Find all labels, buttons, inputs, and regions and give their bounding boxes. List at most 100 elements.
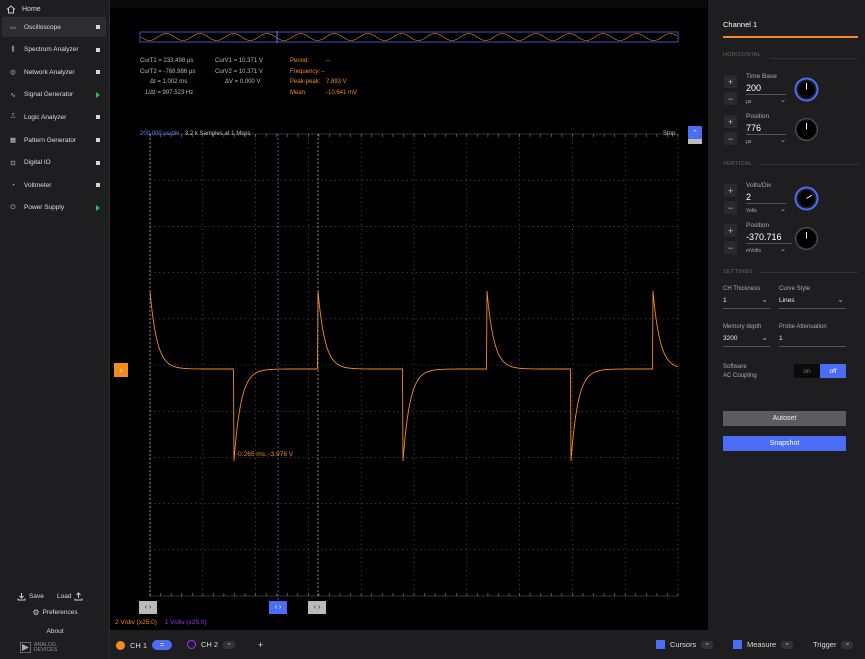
save-button[interactable]: Save (17, 592, 44, 601)
settings-section-title: SETTINGS (723, 269, 753, 275)
home-button[interactable]: Home (6, 2, 41, 16)
toggle-on[interactable]: on (794, 364, 820, 378)
v-position-minus-button[interactable]: − (724, 241, 737, 254)
measure-menu-button[interactable]: = (781, 640, 794, 649)
stopped-indicator-icon[interactable] (96, 25, 100, 29)
trigger-label: Trigger (813, 640, 837, 649)
h-position-plus-button[interactable]: + (724, 115, 737, 128)
memory-depth-select[interactable]: 3200 (723, 333, 770, 347)
stopped-indicator-icon[interactable] (96, 183, 100, 188)
cursors-control[interactable]: Cursors = (656, 640, 714, 649)
ch1-control[interactable]: CH 1 = (116, 640, 173, 650)
stopped-indicator-icon[interactable] (96, 160, 100, 165)
cursor-t2-handle[interactable]: ‹ › (139, 601, 157, 614)
about-button[interactable]: About (0, 628, 110, 635)
load-button[interactable]: Load (57, 592, 83, 601)
trigger-level-marker[interactable] (688, 139, 702, 144)
ch1-enable-icon[interactable] (116, 640, 125, 650)
plot-header: 200.000 µs/div 3.2 k Samples at 1 Msps (140, 131, 251, 137)
cursor-t1-handle[interactable]: ‹ › (269, 601, 287, 614)
save-icon (17, 593, 26, 601)
curve-style-select[interactable]: Lines (779, 295, 846, 309)
trigger-level-handle[interactable]: ⌃ (688, 126, 702, 139)
running-indicator-icon[interactable] (96, 204, 100, 211)
sidebar-item-oscilloscope[interactable]: 〰 Oscilloscope (2, 17, 106, 37)
v-position-knob[interactable] (794, 226, 819, 251)
stopped-indicator-icon[interactable] (96, 47, 100, 52)
thickness-select[interactable]: 1 (723, 295, 770, 309)
chevron-up-icon: ⌃ (692, 129, 698, 137)
add-channel-button[interactable]: + (258, 640, 263, 650)
volts-minus-button[interactable]: − (724, 201, 737, 214)
running-indicator-icon[interactable] (96, 91, 100, 98)
sidebar-item-logic-analyzer[interactable]: ⎍ Logic Analyzer (2, 107, 106, 127)
mean-label: Mean: (290, 89, 307, 96)
time-base-input[interactable]: 200 (746, 83, 786, 95)
sidebar-item-digital-io[interactable]: ⊡ Digital IO (2, 153, 106, 173)
ac-coupling-label: Software AC Coupling (723, 363, 757, 381)
signal-icon: ∿ (10, 91, 16, 99)
toggle-off[interactable]: off (820, 364, 846, 378)
ch1-offset-handle[interactable]: › (114, 363, 128, 377)
sidebar-item-power-supply[interactable]: ⏻ Power Supply (2, 198, 106, 218)
ch2-label: CH 2 (201, 640, 219, 649)
sidebar-item-pattern-generator[interactable]: ▦ Pattern Generator (2, 130, 106, 150)
overview-strip[interactable] (139, 31, 679, 43)
v-position-input[interactable]: -370.716 (746, 232, 792, 244)
period-label: Period: (290, 58, 310, 64)
ch2-menu-button[interactable]: = (223, 640, 236, 649)
channel-scales: 2 V/div (x25.0) 1 V/div (x25.0) (115, 619, 207, 626)
cursors-checkbox[interactable] (656, 640, 665, 649)
snapshot-button[interactable]: Snapshot (723, 436, 846, 451)
peak-annotation: -0.265 ms, -3.976 V (236, 451, 294, 458)
cursors-menu-button[interactable]: = (701, 640, 714, 649)
sidebar-item-spectrum-analyzer[interactable]: ⫼ Spectrum Analyzer (2, 40, 106, 60)
h-position-knob[interactable] (794, 117, 819, 142)
volts-plus-button[interactable]: + (724, 184, 737, 197)
scope-canvas (139, 31, 679, 603)
h-position-minus-button[interactable]: − (724, 132, 737, 145)
time-base-knob[interactable] (794, 77, 819, 102)
ac-coupling-toggle[interactable]: on off (794, 364, 846, 378)
v-position-unit-select[interactable]: mVolts (746, 245, 786, 254)
ch1-menu-button[interactable]: = (152, 640, 173, 650)
time-base-plus-button[interactable]: + (724, 75, 737, 88)
volts-input[interactable]: 2 (746, 192, 786, 204)
cursors-label: Cursors (670, 640, 697, 649)
measurement-values: -- -- 7.893 V -10.641 mV (321, 56, 357, 98)
ch1-scale: 2 V/div (x25.0) (115, 619, 157, 626)
stopped-indicator-icon[interactable] (96, 138, 100, 142)
stopped-indicator-icon[interactable] (96, 70, 100, 75)
stopped-indicator-icon[interactable] (96, 115, 100, 120)
pattern-icon: ▦ (9, 137, 17, 144)
trigger-menu-button[interactable]: = (841, 640, 854, 649)
preferences-button[interactable]: ⚙ Preferences (0, 608, 110, 617)
sidebar-item-voltmeter[interactable]: ◔ Voltmeter (2, 175, 106, 195)
ch2-enable-icon[interactable] (187, 640, 196, 649)
vertical-rule (760, 164, 858, 165)
h-position-input[interactable]: 776 (746, 123, 786, 135)
volts-knob[interactable] (794, 186, 819, 211)
arrows-horizontal-icon: ‹ › (144, 604, 152, 611)
volts-unit-select[interactable]: Volts (746, 205, 786, 214)
sidebar-item-label: Oscilloscope (24, 23, 61, 31)
time-base-minus-button[interactable]: − (724, 92, 737, 105)
trigger-control[interactable]: Trigger = (813, 640, 854, 649)
frequency-label: Frequency: (290, 68, 321, 75)
probe-attenuation-input[interactable]: 1 (779, 335, 846, 347)
time-base-label: Time Base (746, 73, 777, 80)
v-position-plus-button[interactable]: + (724, 224, 737, 237)
h-position-unit-select[interactable]: µs (746, 136, 786, 145)
ch2-control[interactable]: CH 2 = (187, 640, 236, 649)
autoset-button[interactable]: Autoset (723, 411, 846, 426)
digital-io-icon: ⊡ (10, 159, 16, 167)
channel-settings-panel: Channel 1 HORIZONTAL + − Time Base 200 µ… (708, 0, 865, 630)
sidebar-item-signal-generator[interactable]: ∿ Signal Generator (2, 85, 106, 105)
ac-coupling-label-line2: AC Coupling (723, 373, 757, 379)
trigger-position-handle[interactable]: ‹ › (308, 601, 326, 614)
time-base-unit-select[interactable]: µs (746, 96, 786, 105)
home-icon (6, 4, 16, 13)
sidebar-item-network-analyzer[interactable]: ◎ Network Analyzer (2, 62, 106, 82)
measure-control[interactable]: Measure = (733, 640, 794, 649)
measure-checkbox[interactable] (733, 640, 742, 649)
